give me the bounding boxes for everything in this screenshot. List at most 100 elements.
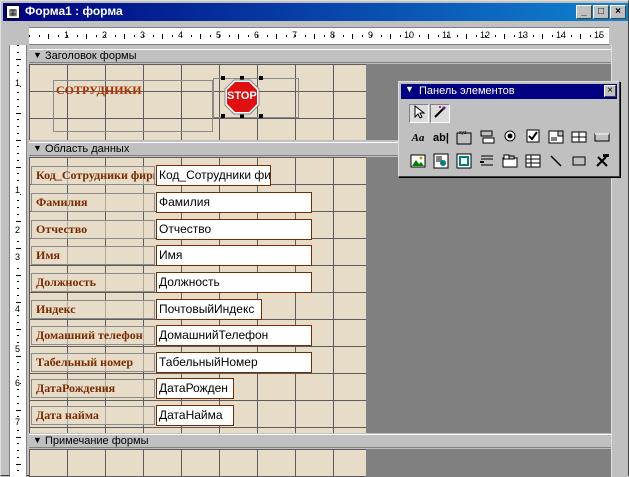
label-tool-icon[interactable]: Aa bbox=[408, 129, 428, 148]
field-label-employee-number[interactable]: Табельный номер bbox=[31, 353, 155, 372]
header-title: СОТРУДНИКИ bbox=[56, 83, 142, 97]
ruler-number: 6 bbox=[254, 30, 260, 40]
section-arrow-icon: ▼ bbox=[33, 435, 42, 445]
field-input-patronymic[interactable]: Отчество bbox=[156, 219, 312, 240]
section-arrow-icon: ▼ bbox=[33, 143, 42, 153]
ruler-tick bbox=[133, 35, 135, 37]
ruler-tick bbox=[238, 33, 239, 39]
ruler-tick bbox=[17, 132, 19, 134]
command-button-icon[interactable] bbox=[592, 129, 612, 148]
toolbox-palette[interactable]: ▼ Панель элементов × Aa ab| xyz bbox=[398, 81, 620, 177]
stop-text: STOP bbox=[227, 90, 257, 102]
radio-button-icon[interactable] bbox=[500, 129, 520, 148]
ruler-tick bbox=[17, 153, 19, 154]
ruler-tick bbox=[171, 35, 173, 37]
form-footer-bar[interactable]: ▼ Примечание формы bbox=[29, 434, 611, 448]
ruler-tick bbox=[17, 213, 19, 215]
detail-section-label: Область данных bbox=[45, 143, 130, 155]
maximize-button[interactable]: □ bbox=[593, 5, 609, 19]
ruler-tick bbox=[86, 33, 87, 39]
ruler-tick bbox=[15, 463, 21, 465]
minimize-button[interactable]: _ bbox=[576, 5, 592, 19]
toggle-button-icon[interactable] bbox=[477, 129, 497, 148]
ruler-number: 9 bbox=[368, 30, 374, 40]
window-title: Форма1 : форма bbox=[25, 4, 123, 18]
ruler-tick bbox=[17, 315, 19, 316]
form-footer-area[interactable] bbox=[29, 449, 366, 477]
wizard-icon[interactable] bbox=[430, 104, 450, 123]
ruler-tick bbox=[532, 35, 534, 37]
list-box-icon[interactable] bbox=[569, 129, 589, 148]
ruler-tick bbox=[352, 33, 353, 39]
field-label-home-phone[interactable]: Домашний телефон bbox=[31, 326, 155, 345]
ruler-tick bbox=[580, 33, 581, 39]
combo-box-icon[interactable] bbox=[546, 129, 566, 148]
toolbox-title-bar[interactable]: ▼ Панель элементов × bbox=[401, 84, 617, 99]
field-label-hire-date[interactable]: Дата найма bbox=[31, 406, 155, 425]
image-tool-icon[interactable] bbox=[408, 153, 428, 172]
field-input-home-phone[interactable]: ДомашнийТелефон bbox=[156, 325, 312, 346]
more-controls-icon[interactable] bbox=[592, 153, 612, 172]
field-label-id[interactable]: Код_Сотрудники фирмы bbox=[31, 166, 155, 185]
ruler-tick bbox=[589, 35, 591, 37]
ruler-tick bbox=[17, 443, 19, 445]
ruler-number: 14 bbox=[556, 30, 567, 40]
bound-object-frame-icon[interactable] bbox=[454, 153, 474, 172]
ruler-tick bbox=[17, 470, 19, 472]
tab-control-icon[interactable] bbox=[500, 153, 520, 172]
field-input-index[interactable]: ПочтовыйИндекс bbox=[156, 299, 262, 320]
ruler-tick bbox=[513, 35, 515, 37]
toolbox-title: Панель элементов bbox=[419, 85, 515, 97]
form-header-bar[interactable]: ▼ Заголовок формы bbox=[29, 49, 611, 63]
horizontal-ruler[interactable]: 1 2 3 4 5 6 7 8 9 10 11 12 13 14 15 bbox=[29, 27, 609, 45]
select-pointer-icon[interactable] bbox=[409, 104, 429, 123]
field-label-index[interactable]: Индекс bbox=[31, 300, 155, 319]
close-button[interactable]: × bbox=[610, 5, 626, 19]
ruler-number: 3 bbox=[140, 30, 146, 40]
textbox-tool-icon[interactable]: ab| bbox=[431, 129, 451, 148]
ruler-tick bbox=[276, 33, 277, 39]
vertical-ruler[interactable]: 1 1 2 3 4 5 6 7 bbox=[9, 45, 27, 477]
page-break-icon[interactable] bbox=[477, 153, 497, 172]
ruler-tick bbox=[48, 33, 49, 39]
ruler-tick bbox=[17, 180, 19, 181]
field-label-birth-date[interactable]: ДатаРождения bbox=[31, 379, 155, 398]
field-input-birth-date[interactable]: ДатаРожден bbox=[156, 378, 234, 399]
rectangle-tool-icon[interactable] bbox=[569, 153, 589, 172]
ruler-tick bbox=[15, 139, 21, 141]
title-bar[interactable]: ▦ Форма1 : форма _ □ × bbox=[3, 3, 628, 21]
title-label-box[interactable]: СОТРУДНИКИ bbox=[53, 80, 213, 132]
section-arrow-icon: ▼ bbox=[33, 50, 42, 60]
field-input-hire-date[interactable]: ДатаНайма bbox=[156, 405, 234, 426]
field-input-id[interactable]: Код_Сотрудники фи bbox=[156, 165, 271, 186]
field-label-patronymic[interactable]: Отчество bbox=[31, 220, 155, 239]
option-group-icon[interactable]: xyz bbox=[454, 129, 474, 148]
toolbox-menu-icon[interactable]: ▼ bbox=[405, 84, 414, 94]
form-icon[interactable]: ▦ bbox=[6, 5, 20, 19]
ruler-tick bbox=[15, 247, 21, 249]
field-label-surname[interactable]: Фамилия bbox=[31, 193, 155, 212]
field-label-name[interactable]: Имя bbox=[31, 246, 155, 265]
field-input-surname[interactable]: Фамилия bbox=[156, 192, 312, 213]
checkbox-icon[interactable] bbox=[523, 129, 543, 148]
field-input-name[interactable]: Имя bbox=[156, 245, 312, 266]
field-input-position[interactable]: Должность bbox=[156, 272, 312, 293]
ruler-tick bbox=[428, 33, 429, 39]
stop-image[interactable]: STOP bbox=[221, 76, 263, 118]
line-tool-icon[interactable] bbox=[546, 153, 566, 172]
field-input-employee-number[interactable]: ТабельныйНомер bbox=[156, 352, 312, 373]
ruler-corner[interactable] bbox=[7, 27, 29, 45]
toolbox-close-button[interactable]: × bbox=[604, 85, 616, 97]
ruler-tick bbox=[15, 301, 21, 303]
ruler-tick bbox=[95, 35, 97, 37]
ruler-number: 13 bbox=[518, 30, 529, 40]
ruler-tick bbox=[15, 409, 21, 411]
ruler-tick bbox=[17, 126, 19, 127]
field-label-position[interactable]: Должность bbox=[31, 273, 155, 292]
ruler-tick bbox=[570, 35, 572, 37]
unbound-object-frame-icon[interactable] bbox=[431, 153, 451, 172]
ruler-tick bbox=[456, 35, 458, 37]
subform-icon[interactable] bbox=[523, 153, 543, 172]
ruler-tick bbox=[17, 335, 19, 337]
detail-empty-area bbox=[366, 157, 611, 433]
